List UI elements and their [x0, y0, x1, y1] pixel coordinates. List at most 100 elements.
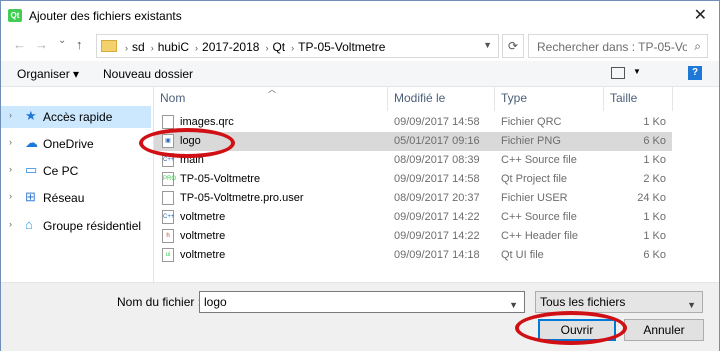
- breadcrumb-item[interactable]: sd: [132, 40, 145, 54]
- pro-file-icon: PRO: [162, 172, 176, 186]
- column-divider[interactable]: [603, 87, 604, 111]
- column-headers: ︿ Nom Modifié le Type Taille: [154, 85, 674, 111]
- chevron-down-icon[interactable]: ▼: [633, 67, 641, 76]
- file-name: voltmetre: [180, 249, 226, 261]
- new-folder-button[interactable]: Nouveau dossier: [103, 67, 193, 81]
- chevron-down-icon: ▼: [687, 300, 696, 310]
- column-divider[interactable]: [672, 87, 673, 111]
- sidebar-item-label: Ce PC: [43, 164, 79, 178]
- column-name[interactable]: Nom: [160, 91, 185, 105]
- navigation-bar: ← → ⌄ ↑ › sd › hubiC › 2017-2018 › Qt › TP-05-Vol…: [1, 31, 719, 61]
- folder-icon: [101, 40, 117, 52]
- breadcrumb-item[interactable]: hubiC: [158, 40, 189, 54]
- annotation-circle: [139, 128, 235, 158]
- file-list: ︿ Nom Modifié le Type Taille images.qrc 0…: [154, 85, 719, 282]
- chevron-right-icon[interactable]: ›: [9, 191, 12, 201]
- file-row[interactable]: C++ voltmetre 09/09/2017 14:22 C++ Source f…: [154, 208, 672, 227]
- chevron-down-icon[interactable]: ▼: [483, 40, 492, 50]
- breadcrumb-separator[interactable]: ›: [291, 43, 294, 53]
- column-divider[interactable]: [387, 87, 388, 111]
- chevron-down-icon[interactable]: ▼: [509, 295, 518, 315]
- back-arrow-icon[interactable]: ←: [13, 37, 26, 52]
- network-icon: ⊞: [25, 189, 36, 204]
- help-icon[interactable]: ?: [688, 66, 702, 80]
- sidebar-item[interactable]: › ⌂ Groupe résidentiel: [1, 215, 151, 237]
- chevron-right-icon[interactable]: ›: [9, 219, 12, 229]
- computer-icon: ▭: [25, 162, 38, 177]
- file-type: Qt UI file: [501, 249, 544, 261]
- sidebar-item-label: OneDrive: [43, 137, 94, 151]
- file-type: Qt Project file: [501, 173, 568, 185]
- file-row[interactable]: images.qrc 09/09/2017 14:58 Fichier QRC 1 K…: [154, 113, 672, 132]
- file-row[interactable]: C++ main 08/09/2017 08:39 C++ Source file 1 …: [154, 151, 672, 170]
- sidebar-item[interactable]: › ☁ OneDrive: [1, 133, 151, 155]
- refresh-icon[interactable]: ⟳: [502, 34, 524, 58]
- file-dialog: Qt Ajouter des fichiers existants ✕ ← → …: [0, 0, 720, 351]
- qt-app-icon: Qt: [8, 9, 22, 22]
- filename-label: Nom du fichier :: [117, 295, 202, 309]
- breadcrumb-separator[interactable]: ›: [195, 43, 198, 53]
- cloud-icon: ☁: [25, 135, 38, 150]
- cpp-file-icon: C++: [162, 210, 174, 224]
- chevron-right-icon[interactable]: ›: [9, 164, 12, 174]
- h-file-icon: h: [162, 229, 174, 243]
- chevron-right-icon[interactable]: ›: [9, 110, 12, 120]
- file-modified: 09/09/2017 14:22: [394, 211, 480, 223]
- file-modified: 08/09/2017 08:39: [394, 154, 480, 166]
- file-size: 1 Ko: [643, 116, 666, 128]
- cancel-button[interactable]: Annuler: [624, 319, 704, 341]
- view-options-icon[interactable]: [611, 67, 625, 79]
- sidebar-item-label: Accès rapide: [43, 110, 113, 124]
- navigation-pane: › ★ Accès rapide › ☁ OneDrive › ▭ Ce PC › ⊞ Réseau ›…: [1, 87, 153, 282]
- ui-file-icon: ui: [162, 248, 174, 262]
- file-modified: 05/01/2017 09:16: [394, 135, 480, 147]
- column-divider[interactable]: [494, 87, 495, 111]
- filename-input[interactable]: logo ▼: [199, 291, 525, 313]
- organize-button[interactable]: Organiser ▾: [17, 67, 79, 81]
- file-type-filter[interactable]: Tous les fichiers ▼: [535, 291, 703, 313]
- column-size[interactable]: Taille: [610, 91, 637, 105]
- search-placeholder: Rechercher dans : TP-05-Volt...: [537, 40, 687, 54]
- file-row[interactable]: h voltmetre 09/09/2017 14:22 C++ Header fil…: [154, 227, 672, 246]
- file-name: TP-05-Voltmetre.pro.user: [180, 192, 304, 204]
- breadcrumb-item[interactable]: Qt: [272, 40, 285, 54]
- address-bar[interactable]: › sd › hubiC › 2017-2018 › Qt › TP-05-Voltmetre ▼: [96, 34, 499, 58]
- command-bar: Organiser ▾ Nouveau dossier ▼ ?: [1, 61, 719, 87]
- qrc-file-icon: [162, 115, 174, 129]
- sort-ascending-icon: ︿: [268, 85, 276, 94]
- file-row[interactable]: PRO TP-05-Voltmetre 09/09/2017 14:58 Qt Pro…: [154, 170, 672, 189]
- window-title: Ajouter des fichiers existants: [29, 9, 182, 23]
- breadcrumb-item[interactable]: 2017-2018: [202, 40, 259, 54]
- breadcrumb-separator[interactable]: ›: [265, 43, 268, 53]
- file-modified: 08/09/2017 20:37: [394, 192, 480, 204]
- sidebar-item[interactable]: › ⊞ Réseau: [1, 187, 151, 209]
- close-icon[interactable]: ✕: [694, 5, 707, 25]
- file-size: 2 Ko: [643, 173, 666, 185]
- column-type[interactable]: Type: [501, 91, 527, 105]
- column-modified[interactable]: Modifié le: [394, 91, 445, 105]
- file-modified: 09/09/2017 14:22: [394, 230, 480, 242]
- breadcrumb-separator[interactable]: ›: [125, 43, 128, 53]
- file-modified: 09/09/2017 14:58: [394, 116, 480, 128]
- file-row[interactable]: ui voltmetre 09/09/2017 14:18 Qt UI file 6 K…: [154, 246, 672, 265]
- chevron-right-icon[interactable]: ›: [9, 137, 12, 147]
- file-modified: 09/09/2017 14:18: [394, 249, 480, 261]
- file-size: 1 Ko: [643, 154, 666, 166]
- breadcrumb-item[interactable]: TP-05-Voltmetre: [298, 40, 385, 54]
- breadcrumb-separator[interactable]: ›: [151, 43, 154, 53]
- annotation-circle: [515, 311, 627, 345]
- breadcrumb: › sd › hubiC › 2017-2018 › Qt › TP-05-Voltmetre: [123, 40, 389, 54]
- file-size: 1 Ko: [643, 211, 666, 223]
- sidebar-item[interactable]: › ★ Accès rapide: [1, 106, 151, 128]
- recent-locations-icon[interactable]: ⌄: [58, 35, 66, 46]
- sidebar-item[interactable]: › ▭ Ce PC: [1, 160, 151, 182]
- file-type: Fichier USER: [501, 192, 568, 204]
- up-arrow-icon[interactable]: ↑: [76, 37, 83, 52]
- user-file-icon: [162, 191, 174, 205]
- file-row[interactable]: TP-05-Voltmetre.pro.user 08/09/2017 20:37…: [154, 189, 672, 208]
- forward-arrow-icon[interactable]: →: [35, 37, 48, 52]
- homegroup-icon: ⌂: [25, 217, 33, 232]
- file-type: C++ Source file: [501, 154, 577, 166]
- file-name: images.qrc: [180, 116, 234, 128]
- search-input[interactable]: Rechercher dans : TP-05-Volt... ⌕: [528, 34, 708, 58]
